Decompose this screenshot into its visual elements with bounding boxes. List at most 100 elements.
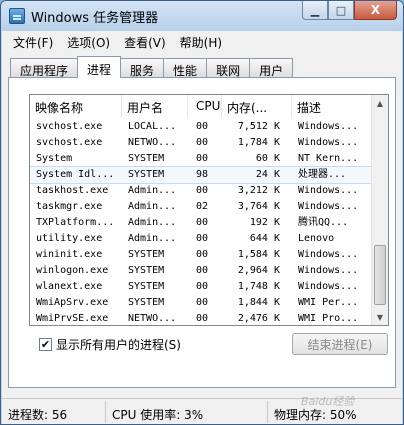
process-user: SYSTEM — [128, 265, 165, 276]
process-cpu: 98 — [196, 169, 209, 180]
process-user: SYSTEM — [128, 281, 165, 292]
process-description: 腾讯QQ... — [298, 217, 349, 228]
column-description[interactable]: 描述 — [292, 95, 372, 117]
tab-performance[interactable]: 性能 — [163, 58, 208, 78]
process-name: WmiPrvSE.exe — [36, 313, 109, 324]
process-row[interactable]: winlogon.exe SYSTEM 00 2,964 K Windows... — [30, 263, 372, 279]
tab-strip: 应用程序 进程 服务 性能 联网 用户 — [10, 56, 294, 78]
list-header: 映像名称 用户名 CPU 内存(... 描述 — [30, 95, 372, 117]
menu-view[interactable]: 查看(V) — [117, 31, 173, 51]
process-description: Windows... — [298, 249, 359, 260]
scroll-thumb[interactable] — [374, 245, 386, 305]
process-user: SYSTEM — [128, 153, 165, 164]
process-cpu: 00 — [196, 185, 209, 196]
process-name: svchost.exe — [36, 137, 103, 148]
tab-networking[interactable]: 联网 — [206, 58, 251, 78]
show-all-users-label: 显示所有用户的进程(S) — [56, 338, 181, 352]
process-row[interactable]: taskhost.exe Admin... 00 3,212 K Windows... — [30, 183, 372, 199]
maximize-button[interactable]: □ — [328, 1, 354, 20]
process-cpu: 00 — [196, 281, 209, 292]
process-user: Admin... — [128, 233, 177, 244]
process-description: WMI Pro... — [298, 313, 359, 324]
process-name: TXPlatform... — [36, 217, 115, 228]
show-all-users-option[interactable]: ✔ 显示所有用户的进程(S) — [39, 336, 181, 353]
vertical-scrollbar[interactable]: ▲ ▼ — [371, 95, 388, 325]
processes-panel: 映像名称 用户名 CPU 内存(... 描述 svchost.exe LOCAL.… — [8, 77, 396, 388]
process-name: taskmgr.exe — [36, 201, 103, 212]
status-cpu-usage: CPU 使用率: 3% — [106, 401, 268, 423]
column-image-name[interactable]: 映像名称 — [30, 95, 122, 117]
process-row[interactable]: WmiApSrv.exe SYSTEM 00 1,844 K WMI Per... — [30, 295, 372, 311]
process-description: 处理器... — [298, 169, 347, 180]
process-name: taskhost.exe — [36, 185, 109, 196]
process-user: Admin... — [128, 185, 177, 196]
process-row[interactable]: svchost.exe NETWO... 00 1,784 K Windows... — [30, 135, 372, 151]
process-row[interactable]: wininit.exe SYSTEM 00 1,584 K Windows... — [30, 247, 372, 263]
tab-services[interactable]: 服务 — [120, 58, 165, 78]
process-user: LOCAL... — [128, 121, 177, 132]
process-memory: 644 K — [249, 233, 280, 244]
process-row[interactable]: WmiPrvSE.exe NETWO... 00 2,476 K WMI Pro... — [30, 311, 372, 325]
process-description: Windows... — [298, 201, 359, 212]
process-list[interactable]: 映像名称 用户名 CPU 内存(... 描述 svchost.exe LOCAL.… — [29, 94, 389, 326]
process-description: Windows... — [298, 137, 359, 148]
process-name: WmiApSrv.exe — [36, 297, 109, 308]
show-all-users-checkbox[interactable]: ✔ — [39, 338, 52, 351]
process-name: System Idl... — [36, 169, 115, 180]
process-user: Admin... — [128, 201, 177, 212]
process-memory: 192 K — [249, 217, 280, 228]
process-name: System — [36, 153, 73, 164]
process-user: SYSTEM — [128, 169, 165, 180]
process-cpu: 00 — [196, 217, 209, 228]
menu-bar: 文件(F) 选项(O) 查看(V) 帮助(H) — [2, 31, 402, 51]
task-manager-icon — [9, 8, 25, 24]
watermark: Baidu经验 — [301, 395, 355, 408]
process-name: svchost.exe — [36, 121, 103, 132]
process-row[interactable]: System Idl... SYSTEM 98 24 K 处理器... — [30, 166, 373, 184]
process-description: NT Kern... — [298, 153, 359, 164]
process-user: Admin... — [128, 217, 177, 228]
end-process-button[interactable]: 结束进程(E) — [292, 333, 388, 355]
tab-users[interactable]: 用户 — [249, 58, 294, 78]
process-cpu: 00 — [196, 297, 209, 308]
process-cpu: 02 — [196, 201, 209, 212]
close-button[interactable]: X — [354, 1, 397, 20]
process-cpu: 00 — [196, 249, 209, 260]
process-user: NETWO... — [128, 313, 177, 324]
process-memory: 2,964 K — [237, 265, 280, 276]
process-row[interactable]: System SYSTEM 00 60 K NT Kern... — [30, 151, 372, 167]
tab-applications[interactable]: 应用程序 — [10, 58, 79, 78]
process-row[interactable]: utility.exe Admin... 00 644 K Lenovo — [30, 231, 372, 247]
menu-file[interactable]: 文件(F) — [6, 31, 60, 51]
process-description: Windows... — [298, 121, 359, 132]
process-row[interactable]: taskmgr.exe Admin... 02 3,764 K Windows... — [30, 199, 372, 215]
process-description: Windows... — [298, 185, 359, 196]
process-user: SYSTEM — [128, 249, 165, 260]
process-memory: 24 K — [255, 169, 280, 180]
process-memory: 60 K — [255, 153, 280, 164]
process-row[interactable]: TXPlatform... Admin... 00 192 K 腾讯QQ... — [30, 215, 372, 231]
process-memory: 7,512 K — [237, 121, 280, 132]
menu-options[interactable]: 选项(O) — [60, 31, 117, 51]
column-user-name[interactable]: 用户名 — [122, 95, 188, 117]
process-user: NETWO... — [128, 137, 177, 148]
process-rows: svchost.exe LOCAL... 00 7,512 K Windows... sv… — [30, 119, 373, 325]
process-memory: 1,844 K — [237, 297, 280, 308]
process-user: SYSTEM — [128, 297, 165, 308]
process-row[interactable]: wlanext.exe SYSTEM 00 1,748 K Windows... — [30, 279, 372, 295]
process-memory: 1,584 K — [237, 249, 280, 260]
process-memory: 3,764 K — [237, 201, 280, 212]
process-description: Windows... — [298, 265, 359, 276]
process-row[interactable]: svchost.exe LOCAL... 00 7,512 K Windows... — [30, 119, 372, 135]
minimize-button[interactable]: ▁ — [302, 1, 328, 20]
scroll-up-arrow-icon[interactable]: ▲ — [372, 95, 388, 111]
scroll-down-arrow-icon[interactable]: ▼ — [372, 309, 388, 325]
title-bar[interactable]: Windows 任务管理器 ▁ □ X — [1, 1, 403, 31]
process-description: Windows... — [298, 281, 359, 292]
process-cpu: 00 — [196, 265, 209, 276]
tab-processes[interactable]: 进程 — [77, 56, 122, 78]
process-memory: 1,748 K — [237, 281, 280, 292]
column-cpu[interactable]: CPU — [188, 95, 222, 117]
menu-help[interactable]: 帮助(H) — [173, 31, 229, 51]
column-memory[interactable]: 内存(... — [222, 95, 292, 117]
